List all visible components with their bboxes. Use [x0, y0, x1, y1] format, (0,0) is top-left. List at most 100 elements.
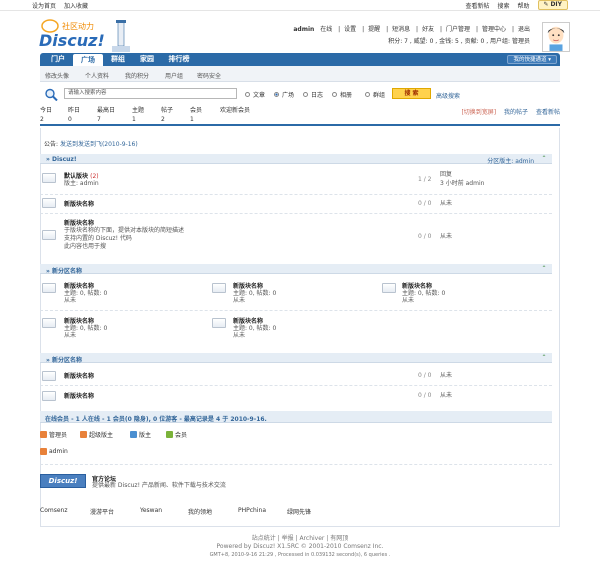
forum-counts: 0 / 0	[418, 392, 432, 399]
friend-link[interactable]: Yeswan	[140, 507, 162, 514]
search-option-album[interactable]: 相册	[332, 90, 352, 99]
friend-links: Comsenz 漫游平台 Yeswan 我的领地 PHPchina 绿网先锋	[40, 504, 560, 520]
forum-grid-last: 从未	[233, 332, 246, 339]
widescreen-toggle[interactable]: [切换到宽屏]	[461, 109, 496, 116]
stat-peak: 最高日 7	[97, 107, 116, 123]
online-members-title[interactable]: 在线会员 - 1 人在线 - 1 会员(0 隐身), 0 位游客 - 最高记录是…	[45, 414, 267, 423]
category-title[interactable]: » 新分区名称	[46, 355, 82, 364]
forum-icon	[42, 371, 56, 381]
forum-name[interactable]: 新版块名称	[402, 281, 432, 290]
official-forum-logo[interactable]: Discuz!	[40, 474, 86, 488]
nav-portal[interactable]: 门户	[44, 53, 72, 66]
forum-name[interactable]: 新版块名称	[64, 316, 94, 325]
search-link[interactable]: 搜索	[497, 1, 509, 10]
collapse-icon[interactable]: ⌃	[540, 354, 548, 361]
friend-link[interactable]: 我的领地	[188, 507, 212, 516]
notice-link[interactable]: 提醒	[368, 26, 380, 33]
forum-icon	[42, 391, 56, 401]
forum-icon	[212, 318, 226, 328]
friend-link[interactable]: Comsenz	[40, 507, 67, 514]
friend-link[interactable]: 漫游平台	[90, 507, 114, 516]
add-favorite-link[interactable]: 加入收藏	[64, 3, 88, 10]
subnav-password[interactable]: 密码安全	[197, 71, 221, 80]
gmt-info: GMT+8, 2010-9-16 21:29 , Processed in 0.…	[209, 552, 391, 558]
category-moderators[interactable]: 分区版主: admin	[487, 156, 534, 165]
subnav-profile[interactable]: 个人资料	[85, 71, 109, 80]
my-posts-link[interactable]: 我的帖子	[504, 109, 528, 116]
stat-members: 会员 1	[190, 107, 203, 123]
forum-name[interactable]: 新版块名称	[64, 218, 94, 227]
nav-plaza[interactable]: 广场	[73, 54, 103, 66]
help-link[interactable]: 帮助	[517, 1, 529, 10]
online-user[interactable]: admin	[40, 448, 68, 455]
forum-name[interactable]: 新版块名称	[233, 281, 263, 290]
stat-yesterday: 昨日 0	[68, 107, 81, 123]
pm-link[interactable]: 短消息	[392, 26, 410, 33]
forum-icon	[42, 173, 56, 183]
site-logo[interactable]: 社区动力 Discuz!	[36, 16, 136, 54]
logout-link[interactable]: 退出	[518, 26, 530, 33]
search-option-plaza[interactable]: 广场	[274, 90, 294, 99]
stat-today: 今日 2	[40, 107, 53, 123]
online-status[interactable]: 在线	[320, 26, 332, 33]
settings-link[interactable]: 设置	[344, 26, 356, 33]
subnav-usergroup[interactable]: 用户组	[165, 71, 183, 80]
collapse-icon[interactable]: ⌃	[540, 155, 548, 162]
forum-counts: 1 / 2	[418, 176, 432, 183]
forum-counts: 0 / 0	[418, 233, 432, 240]
forum-name[interactable]: 新版块名称	[64, 371, 94, 380]
collapse-icon[interactable]: ⌃	[540, 265, 548, 272]
forum-description: 于版块名称的下面，提供对本版块的简短描述 支持内置的 Discuz! 代码 此内…	[64, 227, 185, 250]
friend-link[interactable]: 绿网先锋	[287, 507, 311, 516]
last-post-info: 从未	[440, 392, 453, 399]
search-button[interactable]: 搜 索	[392, 88, 431, 99]
header: 社区动力 Discuz! admin 在线 | 设置 | 提醒 | 短消息 | 好友 |…	[0, 11, 600, 52]
quick-nav-button[interactable]: 我的快捷通道 ▾	[507, 55, 557, 64]
nav-ranking[interactable]: 排行榜	[162, 53, 196, 66]
footer-links[interactable]: 站点统计 | 举报 | Archiver | 有网顶	[0, 533, 600, 542]
announcement: 公告: 发送到发送到飞(2010-9-16)	[44, 141, 138, 148]
category-title[interactable]: » Discuz!	[46, 156, 77, 163]
friends-link[interactable]: 好友	[422, 26, 434, 33]
forum-grid-last: 从未	[233, 297, 246, 304]
diy-button[interactable]: ✎ DIY	[537, 0, 568, 10]
nav-home[interactable]: 家园	[133, 53, 161, 66]
announcement-link[interactable]: 发送到发送到飞(2010-9-16)	[60, 141, 138, 148]
forum-name[interactable]: 新版块名称	[64, 199, 94, 208]
last-post-title[interactable]: 回复	[440, 171, 452, 179]
new-posts-link[interactable]: 查看新帖	[465, 1, 489, 10]
admin-center-link[interactable]: 管理中心	[482, 26, 506, 33]
view-new-posts-link[interactable]: 查看新帖	[536, 109, 560, 116]
forum-grid-last: 从未	[64, 332, 77, 339]
forum-icon	[42, 198, 56, 208]
portal-admin-link[interactable]: 门户管理	[446, 26, 470, 33]
subnav-credits[interactable]: 我的积分	[125, 71, 149, 80]
search-option-article[interactable]: 文章	[245, 90, 265, 99]
stat-posts: 帖子 2	[161, 107, 174, 123]
forum-moderator[interactable]: 版主: admin	[64, 180, 99, 188]
nav-group[interactable]: 群组	[104, 53, 132, 66]
forum-name[interactable]: 新版块名称	[233, 316, 263, 325]
subnav-avatar[interactable]: 修改头像	[45, 71, 69, 80]
avatar[interactable]	[542, 22, 570, 52]
search-icon	[45, 88, 58, 101]
category-header: » 新分区名称 ⌃	[40, 353, 552, 364]
username[interactable]: admin	[293, 26, 314, 33]
forum-name[interactable]: 新版块名称	[64, 391, 94, 400]
forum-grid-last: 从未	[64, 297, 77, 304]
search-option-blog[interactable]: 日志	[303, 90, 323, 99]
forum-counts: 0 / 0	[418, 200, 432, 207]
online-members-header: 在线会员 - 1 人在线 - 1 会员(0 隐身), 0 位游客 - 最高记录是…	[40, 411, 552, 423]
advanced-search-link[interactable]: 高级搜索	[436, 91, 460, 100]
search-input[interactable]: 请输入搜索内容	[64, 88, 237, 99]
forum-counts: 0 / 0	[418, 372, 432, 379]
forum-name[interactable]: 新版块名称	[64, 281, 94, 290]
last-post-info: 从未	[440, 372, 453, 379]
set-homepage-link[interactable]: 设为首页	[32, 3, 56, 10]
forum-name[interactable]: 默认版块 (2)	[64, 171, 99, 180]
search-option-group[interactable]: 群组	[365, 90, 385, 99]
category-title[interactable]: » 新分区名称	[46, 266, 82, 275]
friend-link[interactable]: PHPchina	[238, 507, 266, 514]
stats-links: [切换到宽屏] 我的帖子 查看新帖	[455, 107, 560, 116]
top-left-links: 设为首页 加入收藏	[32, 1, 94, 10]
